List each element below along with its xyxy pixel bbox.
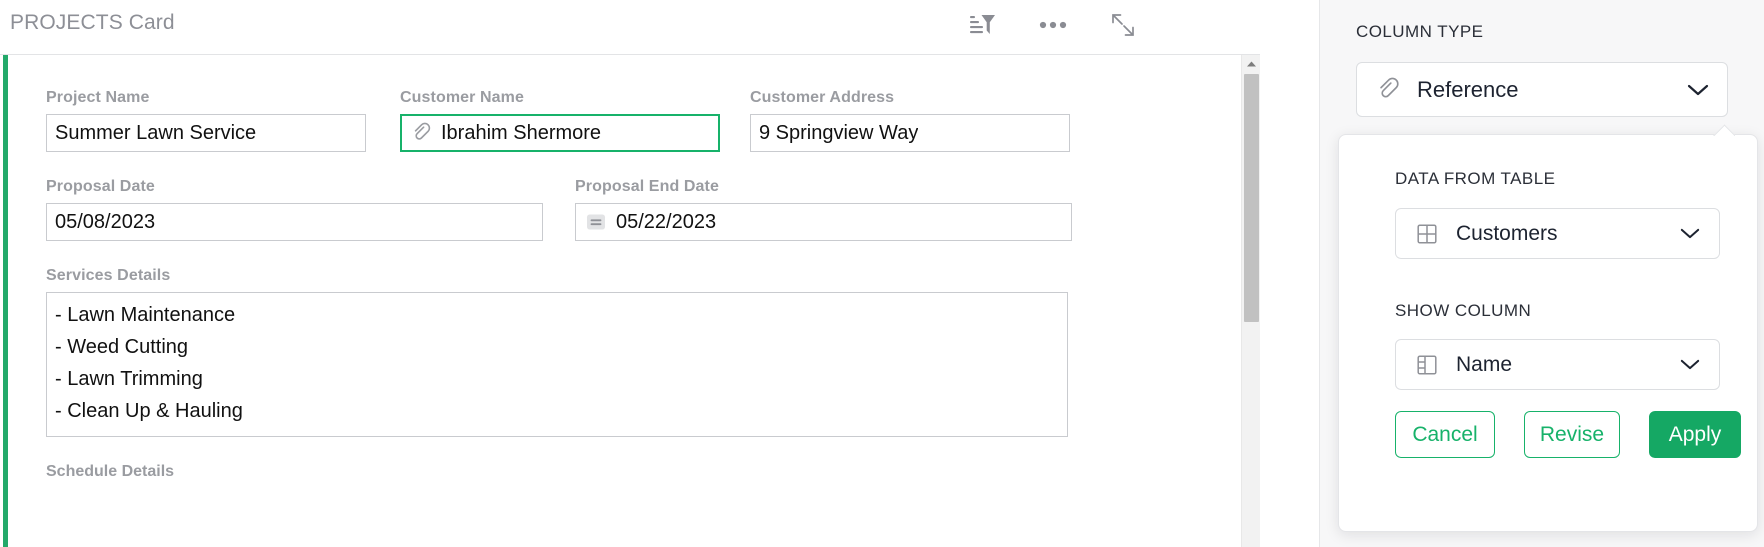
customer-name-input[interactable]: Ibrahim Shermore	[400, 114, 720, 152]
services-details-textarea[interactable]: - Lawn Maintenance - Weed Cutting - Lawn T…	[46, 292, 1068, 437]
show-column-value: Name	[1456, 352, 1513, 376]
services-detail-line: - Clean Up & Hauling	[55, 400, 243, 422]
link-icon	[409, 121, 433, 145]
show-column-caption: SHOW COLUMN	[1395, 301, 1532, 320]
proposal-end-date-input[interactable]: 05/22/2023	[575, 203, 1072, 241]
field-label-schedule-details: Schedule Details	[46, 463, 175, 480]
reference-settings-popover: DATA FROM TABLE Customers SHOW COLUMN Na…	[1338, 134, 1758, 532]
field-proposal-date: Proposal Date 05/08/2023	[46, 178, 543, 241]
revise-button[interactable]: Revise	[1524, 411, 1620, 458]
project-name-value: Summer Lawn Service	[55, 121, 257, 144]
card-header: PROJECTS Card	[0, 0, 1320, 54]
customer-name-value: Ibrahim Shermore	[441, 121, 602, 144]
card-form: Project Name Summer Lawn Service Custome…	[8, 55, 1235, 481]
data-from-table-value: Customers	[1456, 221, 1558, 245]
date-icon	[584, 210, 608, 234]
proposal-date-value: 05/08/2023	[55, 210, 156, 233]
card-toolbar	[966, 9, 1140, 41]
chevron-down-icon[interactable]	[1673, 351, 1707, 379]
link-icon	[1373, 76, 1403, 104]
scrollbar-thumb[interactable]	[1244, 74, 1259, 322]
field-label-project-name: Project Name	[46, 89, 150, 106]
scroll-up-arrow-icon[interactable]	[1242, 55, 1260, 73]
chevron-down-icon[interactable]	[1681, 76, 1715, 104]
card-body-wrapper: Project Name Summer Lawn Service Custome…	[0, 54, 1260, 547]
customer-address-value: 9 Springview Way	[759, 121, 919, 144]
field-customer-address: Customer Address 9 Springview Way	[750, 89, 1070, 152]
page-title: PROJECTS Card	[10, 11, 175, 34]
table-icon	[1412, 220, 1442, 248]
proposal-date-input[interactable]: 05/08/2023	[46, 203, 543, 241]
chevron-down-icon[interactable]	[1673, 220, 1707, 248]
more-options-icon[interactable]	[1036, 9, 1070, 41]
project-name-input[interactable]: Summer Lawn Service	[46, 114, 366, 152]
card-vertical-scrollbar[interactable]	[1241, 55, 1260, 547]
proposal-end-date-value: 05/22/2023	[616, 210, 717, 233]
form-row-2: Proposal Date 05/08/2023 Proposal End Da…	[46, 178, 1235, 267]
apply-button[interactable]: Apply	[1649, 411, 1741, 458]
field-label-proposal-end-date: Proposal End Date	[575, 178, 719, 195]
column-type-caption: COLUMN TYPE	[1356, 22, 1484, 41]
projects-card-pane: PROJECTS Card Project Name Summer Lawn S…	[0, 0, 1320, 547]
column-type-value: Reference	[1417, 76, 1519, 102]
field-services-details: Services Details - Lawn Maintenance - Wee…	[46, 267, 1235, 437]
field-label-services-details: Services Details	[46, 267, 171, 284]
field-label-customer-name: Customer Name	[400, 89, 525, 106]
show-column-select[interactable]: Name	[1395, 339, 1720, 390]
column-type-select[interactable]: Reference	[1356, 62, 1728, 117]
column-icon	[1412, 351, 1442, 379]
services-detail-line: - Lawn Trimming	[55, 368, 203, 390]
services-detail-line: - Weed Cutting	[55, 336, 189, 358]
field-label-customer-address: Customer Address	[750, 89, 895, 106]
expand-icon[interactable]	[1106, 9, 1140, 41]
sort-filter-icon[interactable]	[966, 9, 1000, 41]
popover-actions: Cancel Revise Apply	[1395, 411, 1741, 458]
field-label-proposal-date: Proposal Date	[46, 178, 155, 195]
form-row-1: Project Name Summer Lawn Service Custome…	[46, 89, 1235, 178]
customer-address-input[interactable]: 9 Springview Way	[750, 114, 1070, 152]
popover-tail	[1713, 124, 1735, 136]
card-form-scroll-area: Project Name Summer Lawn Service Custome…	[8, 55, 1235, 547]
cancel-button[interactable]: Cancel	[1395, 411, 1495, 458]
field-project-name: Project Name Summer Lawn Service	[46, 89, 366, 152]
field-customer-name: Customer Name Ibrahim Shermore	[400, 89, 720, 152]
app-root: PROJECTS Card Project Name Summer Lawn S…	[0, 0, 1764, 547]
data-from-table-caption: DATA FROM TABLE	[1395, 169, 1556, 188]
field-proposal-end-date: Proposal End Date 05/22/2023	[575, 178, 1072, 241]
column-settings-pane: COLUMN TYPE Reference DATA FROM TABLE Cu…	[1320, 0, 1764, 547]
services-detail-line: - Lawn Maintenance	[55, 304, 236, 326]
data-from-table-select[interactable]: Customers	[1395, 208, 1720, 259]
